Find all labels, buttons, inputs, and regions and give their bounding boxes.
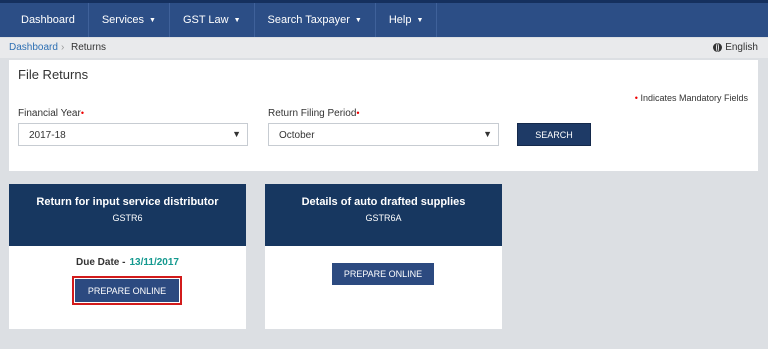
breadcrumb-dashboard-link[interactable]: Dashboard [9, 42, 58, 53]
gstr6a-form-name: GSTR6A [365, 213, 402, 223]
search-button[interactable]: SEARCH [517, 123, 591, 146]
page-title: File Returns [18, 67, 89, 82]
return-period-label-text: Return Filing Period [268, 108, 357, 119]
gstr6-card: Return for input service distributor GST… [9, 184, 246, 329]
financial-year-label: Financial Year• [18, 108, 84, 119]
nav-search-taxpayer-label: Search Taxpayer [267, 14, 350, 26]
gstr6-card-title: Return for input service distributor [36, 196, 219, 208]
chevron-down-icon: ▼ [416, 16, 424, 24]
due-date-value: 13/11/2017 [129, 257, 179, 268]
mandatory-note: • Indicates Mandatory Fields [635, 93, 748, 103]
chevron-down-icon: ▼ [354, 16, 362, 24]
due-date-label: Due Date - [76, 257, 126, 268]
breadcrumb: Dashboard › Returns English [0, 38, 768, 58]
gstr6-form-name: GSTR6 [112, 213, 143, 223]
nav-search-taxpayer[interactable]: Search Taxpayer ▼ [255, 3, 376, 37]
file-returns-panel: File Returns • Indicates Mandatory Field… [9, 60, 758, 171]
gstr6a-card-header: Details of auto drafted supplies GSTR6A [265, 184, 502, 246]
nav-help-label: Help [388, 14, 412, 26]
nav-services-label: Services [101, 14, 145, 26]
chevron-down-icon: ▼ [149, 16, 156, 24]
return-period-label: Return Filing Period• [268, 108, 360, 119]
nav-gst-law-label: GST Law [182, 14, 229, 26]
gstr6-prepare-online-button[interactable]: PREPARE ONLINE [75, 279, 179, 302]
globe-icon [713, 43, 723, 52]
required-marker: • [634, 93, 638, 103]
return-period-value: October [279, 130, 315, 141]
language-selector[interactable]: English [713, 42, 758, 53]
required-marker: • [80, 108, 84, 118]
financial-year-value: 2017-18 [29, 130, 66, 141]
nav-dashboard-label: Dashboard [21, 14, 75, 26]
chevron-down-icon: ▼ [483, 129, 492, 139]
gstr6a-prepare-online-button[interactable]: PREPARE ONLINE [332, 263, 434, 285]
breadcrumb-current: Returns [71, 42, 107, 53]
return-period-select[interactable]: October ▼ [268, 123, 499, 146]
nav-help[interactable]: Help ▼ [376, 3, 438, 37]
gstr6a-card: Details of auto drafted supplies GSTR6A … [265, 184, 502, 329]
financial-year-label-text: Financial Year [18, 108, 81, 119]
nav-services[interactable]: Services ▼ [89, 3, 170, 37]
gstr6-card-header: Return for input service distributor GST… [9, 184, 246, 246]
financial-year-select[interactable]: 2017-18 ▼ [18, 123, 248, 146]
chevron-down-icon: ▼ [232, 129, 241, 139]
chevron-down-icon: ▼ [233, 16, 241, 24]
due-date: Due Date -13/11/2017 [9, 257, 246, 268]
breadcrumb-separator: › [61, 42, 65, 53]
nav-gst-law[interactable]: GST Law ▼ [170, 3, 255, 37]
language-label: English [725, 42, 758, 53]
gstr6a-card-title: Details of auto drafted supplies [301, 196, 466, 208]
required-marker: • [356, 108, 360, 118]
top-navigation: Dashboard Services ▼ GST Law ▼ Search Taxp… [0, 0, 768, 37]
mandatory-note-text: Indicates Mandatory Fields [640, 93, 748, 103]
nav-dashboard[interactable]: Dashboard [0, 3, 89, 37]
